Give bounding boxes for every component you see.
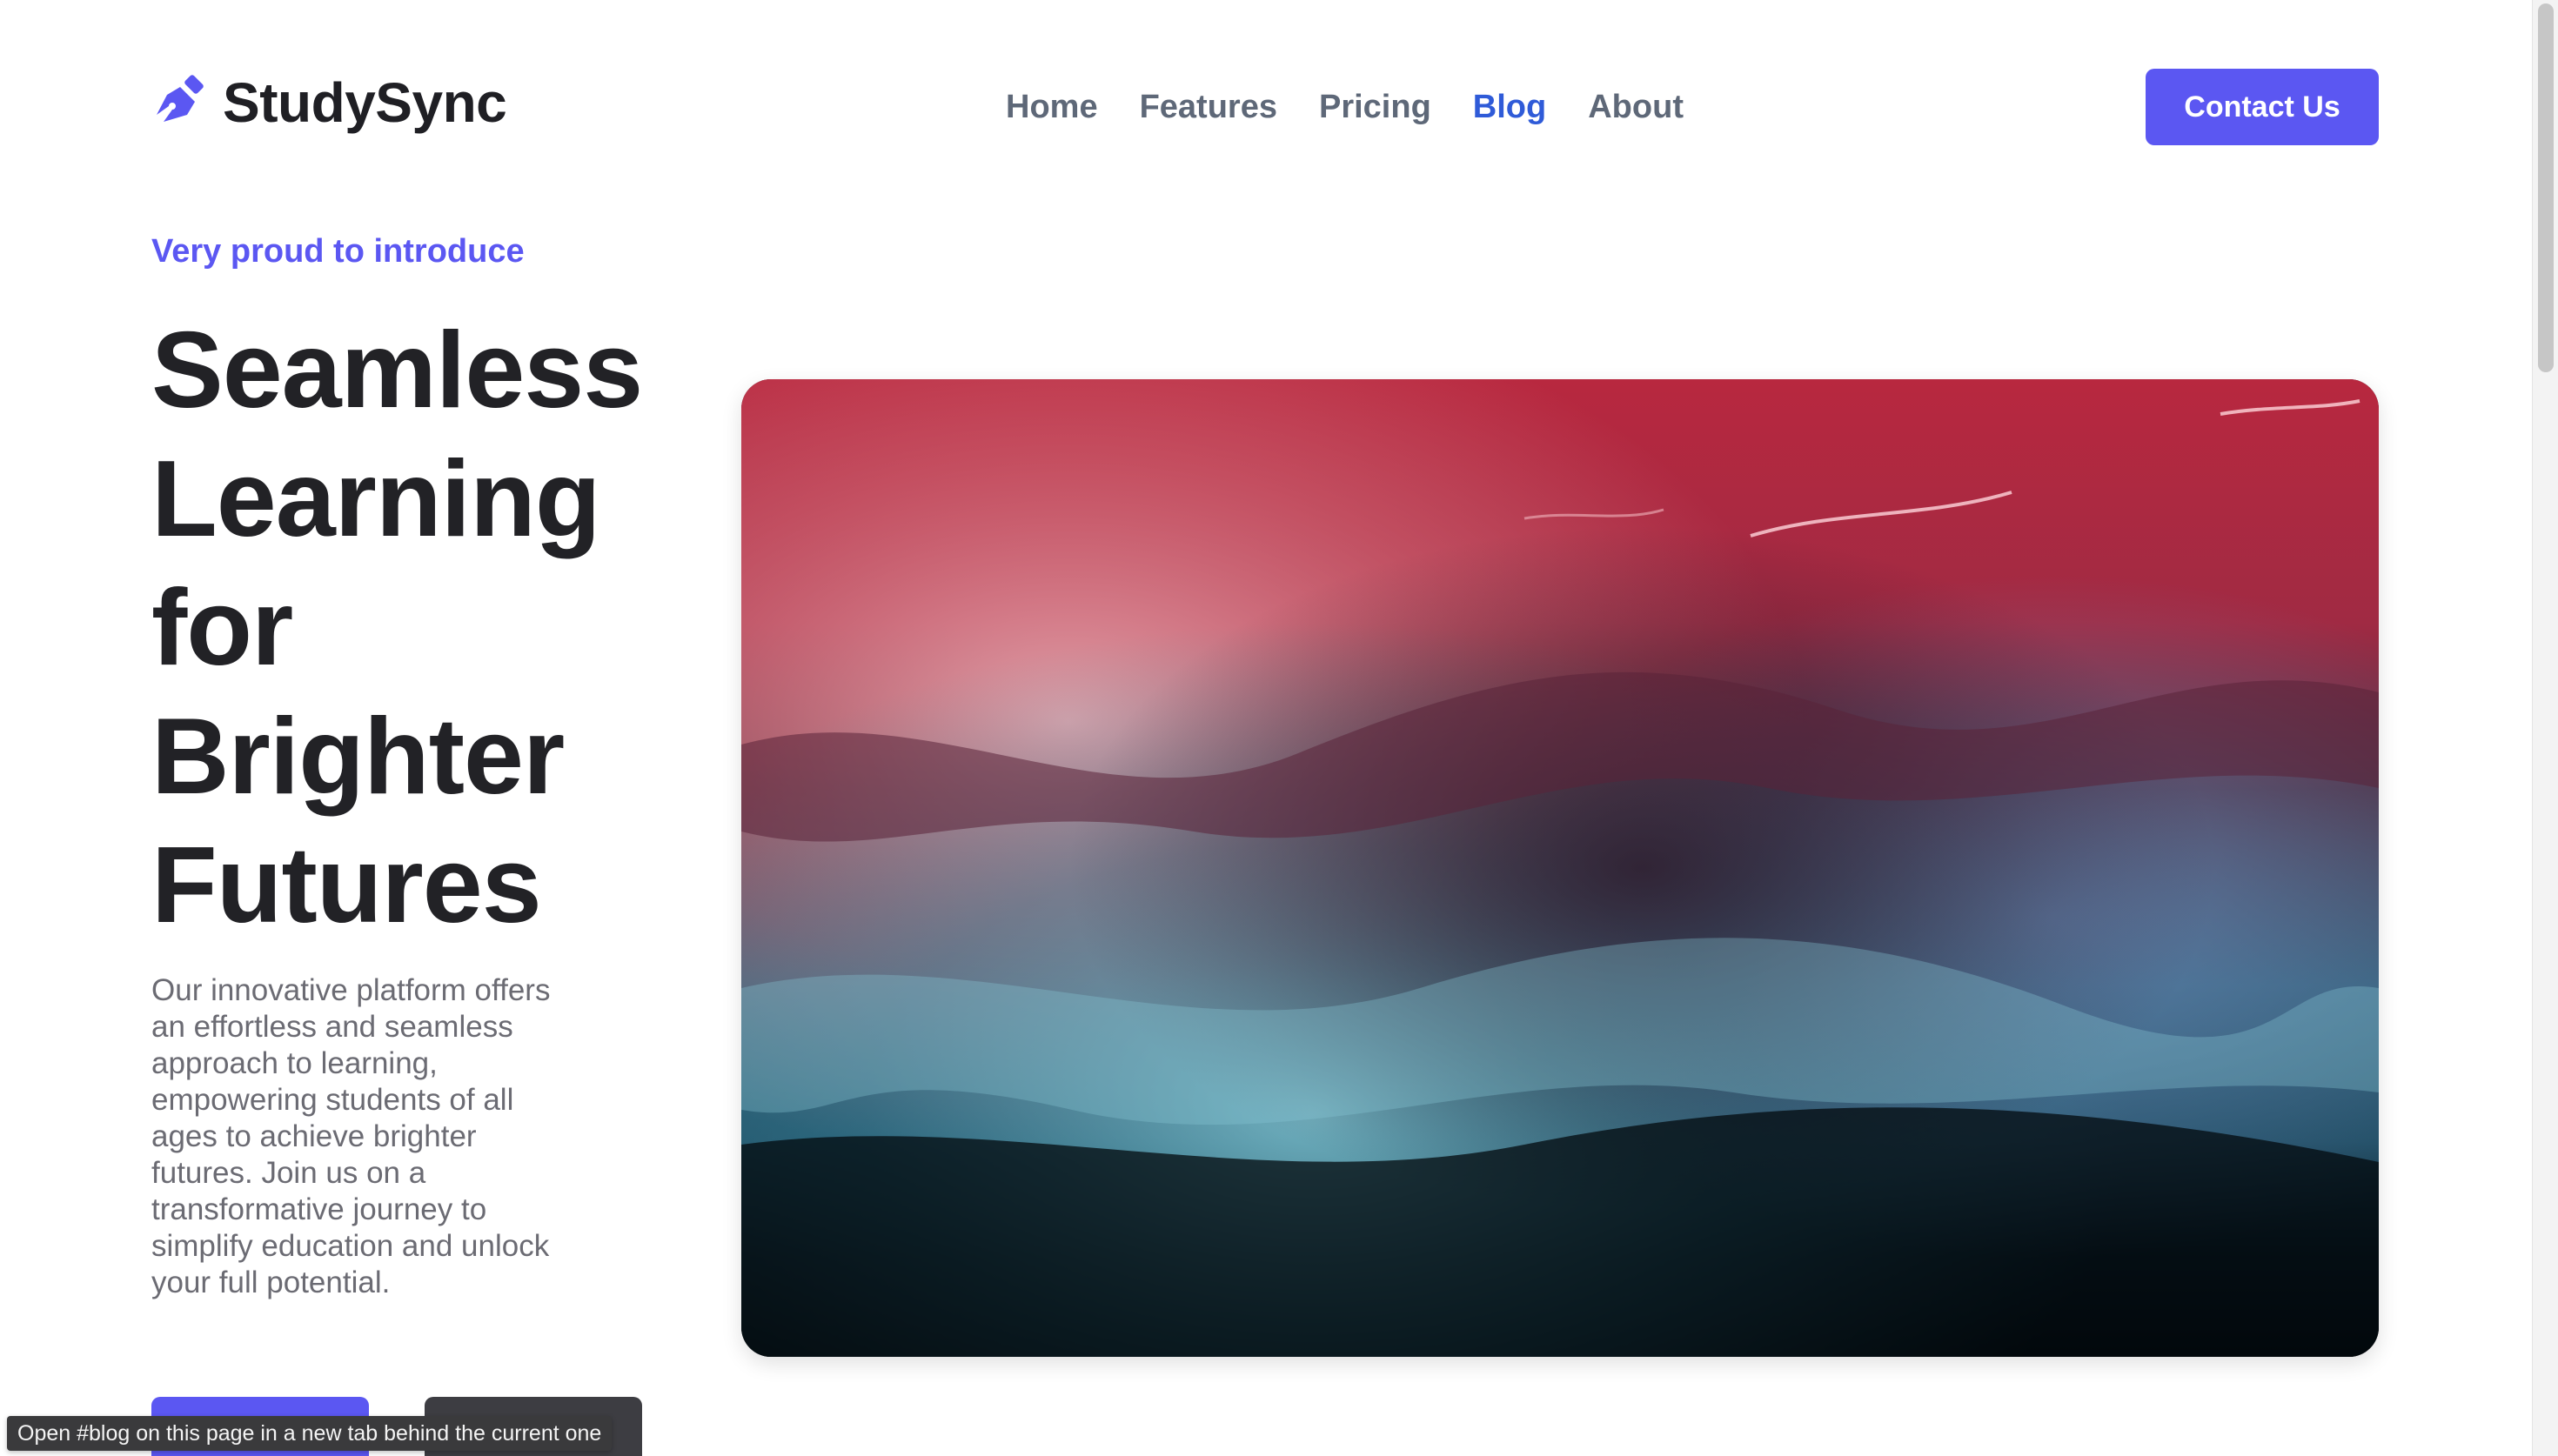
- nav-link-about[interactable]: About: [1588, 85, 1684, 129]
- site-header: StudySync Home Features Pricing Blog Abo…: [0, 0, 2532, 214]
- nav-link-pricing[interactable]: Pricing: [1319, 85, 1431, 129]
- hero-title: Seamless Learning for Brighter Futures: [151, 311, 643, 945]
- brand-name: StudySync: [223, 71, 507, 134]
- brand-logo-link[interactable]: StudySync: [151, 71, 507, 134]
- hero-kicker: Very proud to introduce: [151, 233, 525, 270]
- main-nav: Home Features Pricing Blog About: [1006, 85, 1684, 129]
- vertical-scrollbar[interactable]: [2532, 0, 2558, 1456]
- contact-us-button[interactable]: Contact Us: [2146, 69, 2379, 145]
- scrollbar-thumb[interactable]: [2538, 3, 2554, 372]
- pen-nib-icon: [157, 75, 204, 122]
- page: StudySync Home Features Pricing Blog Abo…: [0, 0, 2558, 1456]
- nav-link-blog[interactable]: Blog: [1473, 85, 1546, 129]
- hero-image: [741, 379, 2379, 1357]
- hero-description: Our innovative platform offers an effort…: [151, 973, 551, 1299]
- nav-link-features[interactable]: Features: [1140, 85, 1277, 129]
- fluid-art-image: [741, 379, 2379, 1357]
- link-status-tooltip: Open #blog on this page in a new tab beh…: [7, 1416, 613, 1451]
- nav-link-home[interactable]: Home: [1006, 85, 1098, 129]
